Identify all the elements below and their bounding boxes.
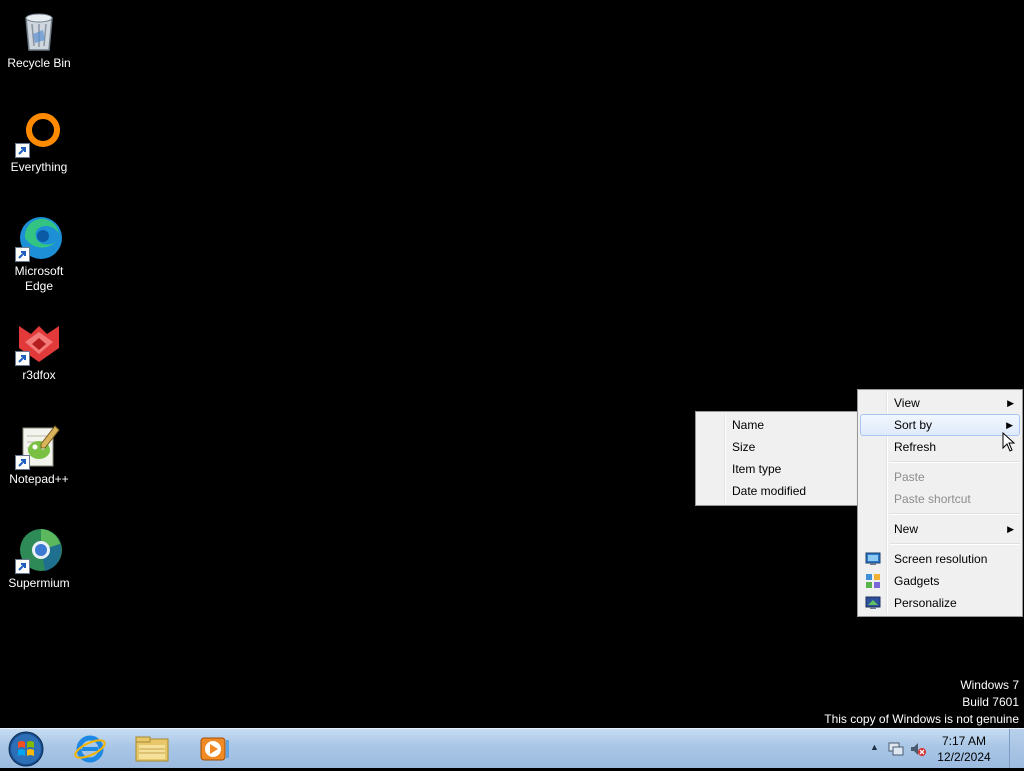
start-button[interactable] (6, 730, 46, 768)
volume-muted-icon[interactable] (910, 741, 926, 757)
desktop-icon-label: Recycle Bin (7, 56, 71, 70)
media-player-icon (200, 737, 229, 761)
sort-by-submenu: Name Size Item type Date modified (695, 411, 859, 506)
menu-item-label: Name (732, 418, 765, 432)
r3dfox-icon (15, 318, 63, 366)
desktop-icon-notepadpp[interactable]: Notepad++ (0, 422, 78, 487)
personalize-icon (865, 595, 881, 611)
desktop-icon-everything[interactable]: Everything (0, 110, 78, 175)
menu-item-paste-shortcut: Paste shortcut (860, 488, 1020, 510)
sort-by-size-item[interactable]: Size (698, 436, 856, 458)
menu-separator (890, 461, 1020, 463)
desktop-icon-label: Microsoft Edge (14, 264, 64, 293)
menu-separator (890, 543, 1020, 545)
desktop-icon-r3dfox[interactable]: r3dfox (0, 318, 78, 383)
screen-resolution-icon (865, 551, 881, 567)
submenu-arrow-icon: ▶ (1007, 524, 1014, 534)
shortcut-arrow-icon (15, 559, 30, 574)
desktop-icon-label: Supermium (8, 576, 70, 590)
supermium-icon (15, 526, 63, 574)
menu-item-new[interactable]: New ▶ (860, 518, 1020, 540)
menu-item-label: Date modified (732, 484, 807, 498)
windows-logo-icon (8, 731, 44, 767)
shortcut-arrow-icon (15, 247, 30, 262)
gadgets-icon (865, 573, 881, 589)
system-tray: ▲ 7:17 AM 12/2/2024 (854, 729, 1024, 769)
menu-item-label: Paste shortcut (894, 492, 971, 506)
watermark-os: Windows 7 (960, 678, 1019, 692)
desktop-icon-recycle-bin[interactable]: Recycle Bin (0, 6, 78, 71)
shortcut-arrow-icon (15, 351, 30, 366)
clock-date: 12/2/2024 (937, 750, 991, 764)
menu-item-label: Personalize (894, 596, 957, 610)
edge-icon (15, 214, 63, 262)
menu-item-label: New (894, 522, 919, 536)
taskbar-internet-explorer[interactable] (62, 731, 118, 767)
menu-item-label: Refresh (894, 440, 937, 454)
watermark-build: Build 7601 (962, 695, 1019, 709)
menu-item-sort-by[interactable]: Sort by ▶ (860, 414, 1020, 436)
menu-item-label: Item type (732, 462, 782, 476)
notepadpp-icon (15, 422, 63, 470)
clock[interactable]: 7:17 AM 12/2/2024 (929, 733, 999, 765)
everything-icon (15, 110, 63, 158)
taskbar-media-player[interactable] (186, 731, 242, 767)
recycle-bin-icon (15, 6, 63, 54)
network-icon[interactable] (888, 741, 904, 757)
taskbar: ▲ 7:17 AM 12/2/2024 (0, 728, 1024, 768)
desktop-icon-label: Everything (10, 160, 68, 174)
taskbar-file-explorer[interactable] (124, 731, 180, 767)
menu-item-screen-resolution[interactable]: Screen resolution (860, 548, 1020, 570)
desktop-icon-supermium[interactable]: Supermium (0, 526, 78, 591)
menu-item-refresh[interactable]: Refresh (860, 436, 1020, 458)
menu-item-label: Screen resolution (894, 552, 988, 566)
menu-item-view[interactable]: View ▶ (860, 392, 1020, 414)
menu-item-gadgets[interactable]: Gadgets (860, 570, 1020, 592)
clock-time: 7:17 AM (941, 734, 987, 748)
sort-by-name-item[interactable]: Name (698, 414, 856, 436)
shortcut-arrow-icon (15, 455, 30, 470)
watermark-genuine: This copy of Windows is not genuine (824, 712, 1019, 726)
menu-item-label: Size (732, 440, 756, 454)
desktop-icon-label: Notepad++ (9, 472, 69, 486)
menu-separator (890, 513, 1020, 515)
windows-watermark: Windows 7 Build 7601 This copy of Window… (824, 677, 1019, 728)
menu-item-label: Paste (894, 470, 925, 484)
menu-item-personalize[interactable]: Personalize (860, 592, 1020, 614)
menu-item-label: Gadgets (894, 574, 940, 588)
mouse-cursor-icon (1002, 432, 1016, 452)
menu-item-label: Sort by (894, 418, 933, 432)
menu-item-label: View (894, 396, 920, 410)
sort-by-item-type-item[interactable]: Item type (698, 458, 856, 480)
internet-explorer-icon (74, 735, 106, 763)
desktop-icon-label: r3dfox (22, 368, 56, 382)
desktop-context-menu: View ▶ Sort by ▶ Refresh Paste Paste sho… (857, 389, 1023, 617)
menu-item-paste: Paste (860, 466, 1020, 488)
shortcut-arrow-icon (15, 143, 30, 158)
desktop-icon-microsoft-edge[interactable]: Microsoft Edge (0, 214, 78, 294)
show-hidden-icons-icon[interactable]: ▲ (870, 742, 879, 752)
file-explorer-icon (135, 736, 169, 762)
show-desktop-button[interactable] (1009, 729, 1024, 768)
sort-by-date-modified-item[interactable]: Date modified (698, 480, 856, 502)
submenu-arrow-icon: ▶ (1007, 398, 1014, 408)
